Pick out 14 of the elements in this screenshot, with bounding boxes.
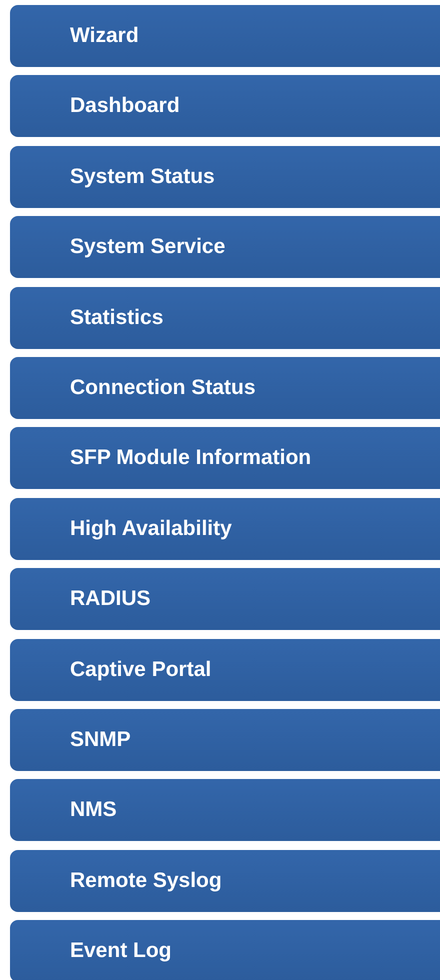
menu-item[interactable]: Remote Syslog [10, 850, 440, 912]
menu-item[interactable]: Connection Status [10, 356, 440, 419]
menu-item[interactable]: Dashboard [10, 75, 440, 138]
menu-item[interactable]: Event Log [10, 920, 440, 980]
menu-item[interactable]: NMS [10, 779, 440, 842]
menu-item[interactable]: System Service [10, 216, 440, 278]
menu-item[interactable]: Statistics [10, 286, 440, 349]
menu-item[interactable]: System Status [10, 146, 440, 208]
menu-item[interactable]: Captive Portal [10, 638, 440, 701]
menu-item[interactable]: High Availability [10, 498, 440, 560]
menu-item[interactable]: Wizard [10, 5, 440, 67]
menu-item[interactable]: RADIUS [10, 568, 440, 630]
menu-item[interactable]: SNMP [10, 708, 440, 771]
menu-item[interactable]: SFP Module Information [10, 427, 440, 490]
